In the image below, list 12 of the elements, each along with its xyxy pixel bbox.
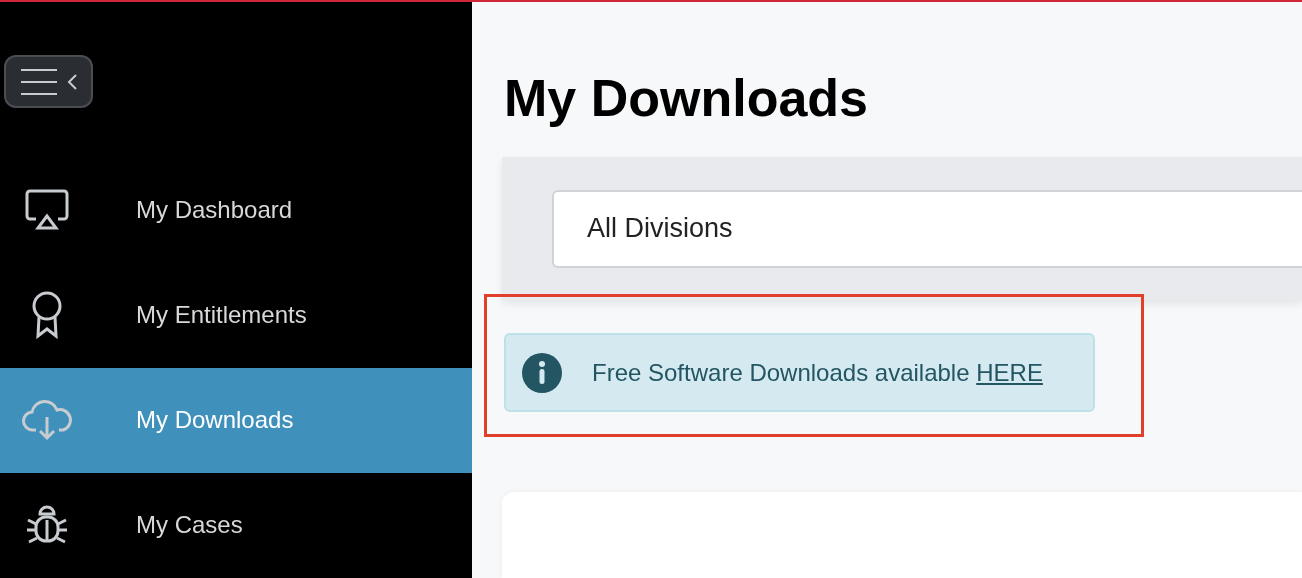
cloud-download-icon (22, 399, 72, 442)
division-select[interactable]: All Divisions (552, 189, 1302, 268)
chevron-left-icon (66, 73, 77, 90)
page-title: My Downloads (504, 68, 870, 129)
info-icon (522, 352, 562, 393)
award-icon (30, 291, 64, 340)
menu-icon (20, 68, 57, 95)
screen-icon (24, 188, 70, 231)
collapse-menu-button[interactable] (4, 55, 93, 108)
here-link[interactable]: HERE (976, 358, 1043, 386)
alert-message: Free Software Downloads available HERE (592, 357, 1043, 388)
sidebar-item[interactable]: My Downloads (0, 367, 472, 473)
